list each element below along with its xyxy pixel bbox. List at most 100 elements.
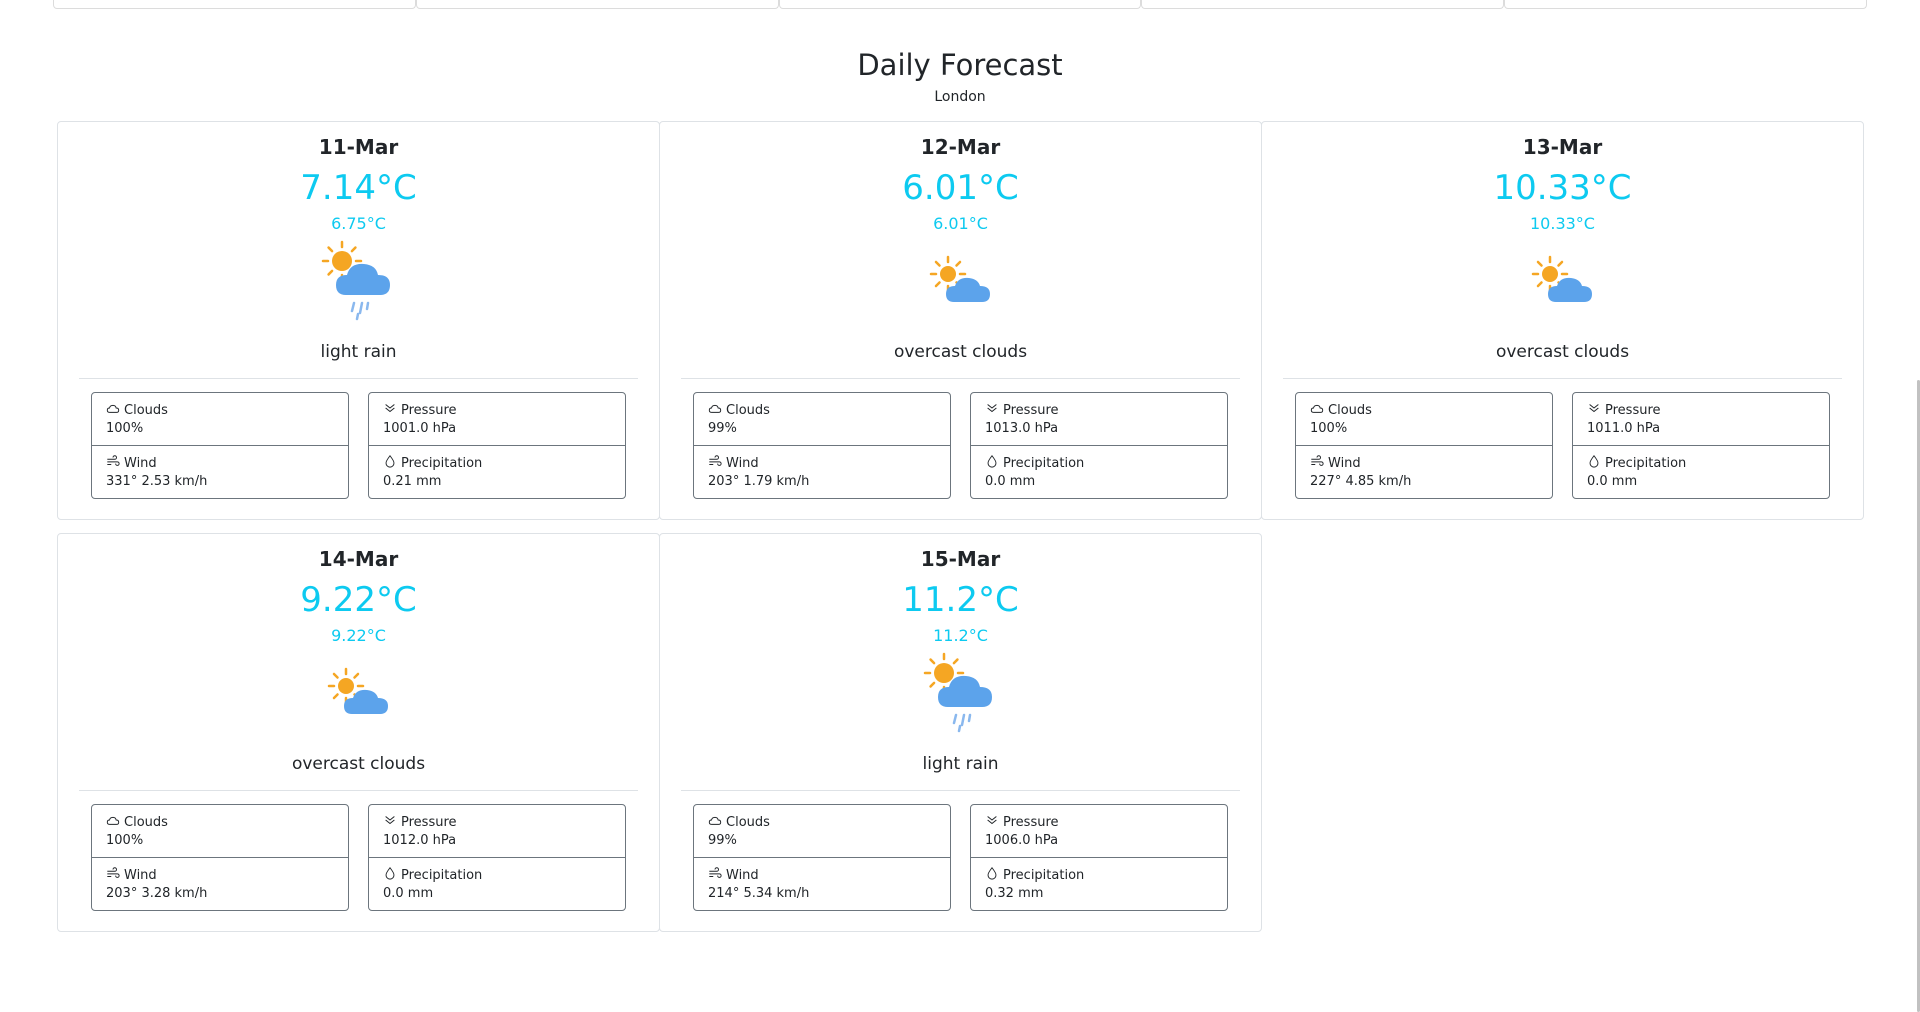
clouds-value: 100%	[106, 833, 144, 848]
clouds-wind-box: Clouds 100% Wind 331° 2.53 km/h	[91, 392, 349, 499]
pressure-label: Pressure	[1605, 402, 1661, 418]
forecast-temperature: 11.2°C	[902, 580, 1019, 620]
card-divider	[79, 378, 638, 379]
precipitation-value: 0.21 mm	[383, 474, 442, 489]
wind-value: 203° 1.79 km/h	[708, 474, 810, 489]
top-strip-segment	[1504, 0, 1867, 9]
forecast-card: 11-Mar 7.14°C 6.75°C light rain Clouds 1…	[57, 121, 660, 520]
wind-label: Wind	[1328, 455, 1361, 471]
clouds-label: Clouds	[124, 814, 168, 830]
clouds-label: Clouds	[726, 402, 770, 418]
precipitation-value: 0.0 mm	[985, 474, 1036, 489]
clouds-wind-box: Clouds 99% Wind 214° 5.34 km/h	[693, 804, 951, 911]
forecast-card: 13-Mar 10.33°C 10.33°C overcast clouds C…	[1261, 121, 1864, 520]
precipitation-label: Precipitation	[401, 867, 483, 883]
clouds-value: 100%	[1310, 421, 1348, 436]
card-divider	[681, 378, 1240, 379]
pressure-precipitation-box: Pressure 1006.0 hPa Precipitation 0.32 m…	[970, 804, 1228, 911]
pressure-label: Pressure	[401, 814, 457, 830]
wind-icon	[708, 866, 722, 884]
pressure-precipitation-box: Pressure 1012.0 hPa Precipitation 0.0 mm	[368, 804, 626, 911]
wind-label: Wind	[726, 867, 759, 883]
forecast-description: overcast clouds	[291, 754, 426, 774]
wind-stat: Wind 203° 3.28 km/h	[92, 858, 348, 911]
wind-label: Wind	[124, 455, 157, 471]
pressure-stat: Pressure 1001.0 hPa	[369, 393, 625, 446]
light-rain-icon	[314, 237, 404, 331]
precipitation-label: Precipitation	[401, 455, 483, 471]
cloud-icon	[106, 813, 120, 831]
forecast-date: 15-Mar	[920, 547, 1001, 571]
pressure-stat: Pressure 1012.0 hPa	[369, 805, 625, 858]
forecast-card-body: 12-Mar 6.01°C 6.01°C overcast clouds Clo…	[660, 122, 1261, 519]
forecast-temperature: 7.14°C	[300, 168, 417, 208]
pressure-precipitation-box: Pressure 1001.0 hPa Precipitation 0.21 m…	[368, 392, 626, 499]
forecast-card: 15-Mar 11.2°C 11.2°C light rain Clouds 9…	[659, 533, 1262, 932]
droplet-icon	[985, 454, 999, 472]
pressure-value: 1012.0 hPa	[383, 833, 457, 848]
previous-section-bottom-edge	[53, 0, 1867, 9]
clouds-value: 99%	[708, 421, 737, 436]
forecast-date: 11-Mar	[318, 135, 399, 159]
city-name: London	[934, 89, 986, 105]
overcast-clouds-icon	[324, 664, 394, 728]
wind-label: Wind	[124, 867, 157, 883]
pressure-value: 1001.0 hPa	[383, 421, 457, 436]
wind-icon	[106, 866, 120, 884]
clouds-wind-box: Clouds 100% Wind 203° 3.28 km/h	[91, 804, 349, 911]
forecast-feels-like: 6.75°C	[331, 214, 386, 233]
cloud-icon	[708, 401, 722, 419]
pressure-value: 1006.0 hPa	[985, 833, 1059, 848]
pressure-stat: Pressure 1006.0 hPa	[971, 805, 1227, 858]
overcast-clouds-icon	[926, 252, 996, 316]
wind-value: 203° 3.28 km/h	[106, 886, 208, 901]
forecast-feels-like: 11.2°C	[933, 626, 988, 645]
clouds-stat: Clouds 99%	[694, 393, 950, 446]
wind-stat: Wind 331° 2.53 km/h	[92, 446, 348, 499]
pressure-icon	[383, 401, 397, 419]
forecast-card-body: 11-Mar 7.14°C 6.75°C light rain Clouds 1…	[58, 122, 659, 519]
card-divider	[1283, 378, 1842, 379]
clouds-value: 100%	[106, 421, 144, 436]
card-divider	[79, 790, 638, 791]
pressure-icon	[1587, 401, 1601, 419]
precipitation-stat: Precipitation 0.32 mm	[971, 858, 1227, 911]
clouds-wind-box: Clouds 100% Wind 227° 4.85 km/h	[1295, 392, 1553, 499]
pressure-icon	[383, 813, 397, 831]
precipitation-stat: Precipitation 0.0 mm	[971, 446, 1227, 499]
pressure-precipitation-box: Pressure 1011.0 hPa Precipitation 0.0 mm	[1572, 392, 1830, 499]
top-strip-segment	[415, 0, 779, 9]
wind-stat: Wind 203° 1.79 km/h	[694, 446, 950, 499]
forecast-feels-like: 10.33°C	[1530, 214, 1595, 233]
precipitation-value: 0.0 mm	[1587, 474, 1638, 489]
forecast-description: overcast clouds	[1495, 342, 1630, 362]
clouds-value: 99%	[708, 833, 737, 848]
pressure-value: 1011.0 hPa	[1587, 421, 1661, 436]
forecast-description: overcast clouds	[893, 342, 1028, 362]
top-strip-segment	[53, 0, 416, 9]
section-title: Daily Forecast	[857, 48, 1063, 82]
clouds-label: Clouds	[1328, 402, 1372, 418]
clouds-label: Clouds	[726, 814, 770, 830]
top-strip-segment	[778, 0, 1142, 9]
wind-value: 227° 4.85 km/h	[1310, 474, 1412, 489]
droplet-icon	[1587, 454, 1601, 472]
pressure-icon	[985, 813, 999, 831]
wind-stat: Wind 214° 5.34 km/h	[694, 858, 950, 911]
precipitation-stat: Precipitation 0.0 mm	[369, 858, 625, 911]
precipitation-label: Precipitation	[1003, 455, 1085, 471]
pressure-icon	[985, 401, 999, 419]
wind-value: 214° 5.34 km/h	[708, 886, 810, 901]
clouds-label: Clouds	[124, 402, 168, 418]
wind-stat: Wind 227° 4.85 km/h	[1296, 446, 1552, 499]
forecast-feels-like: 9.22°C	[331, 626, 386, 645]
clouds-stat: Clouds 100%	[92, 805, 348, 858]
pressure-label: Pressure	[401, 402, 457, 418]
pressure-value: 1013.0 hPa	[985, 421, 1059, 436]
wind-label: Wind	[726, 455, 759, 471]
forecast-card-body: 14-Mar 9.22°C 9.22°C overcast clouds Clo…	[58, 534, 659, 931]
forecast-card-body: 13-Mar 10.33°C 10.33°C overcast clouds C…	[1262, 122, 1863, 519]
clouds-stat: Clouds 99%	[694, 805, 950, 858]
wind-icon	[106, 454, 120, 472]
forecast-description: light rain	[320, 342, 397, 362]
